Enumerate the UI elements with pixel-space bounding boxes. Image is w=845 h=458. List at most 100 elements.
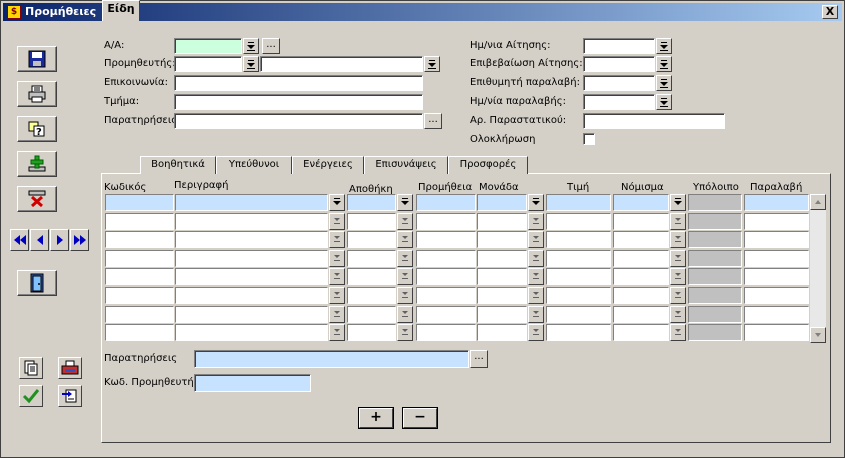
grid-cell-dropdown[interactable]	[528, 194, 544, 211]
grid-cell[interactable]	[347, 194, 396, 211]
grid-cell[interactable]	[105, 306, 174, 323]
first-record-button[interactable]	[10, 229, 29, 251]
print-button[interactable]	[17, 81, 57, 107]
query-button[interactable]: ?	[17, 116, 57, 142]
grid-cell[interactable]	[744, 287, 809, 304]
grid-cell[interactable]	[347, 306, 396, 323]
supplier-code-field[interactable]	[194, 374, 311, 392]
supplier-name-input[interactable]	[260, 56, 423, 72]
grid-cell[interactable]	[613, 324, 669, 341]
grid-cell[interactable]	[416, 324, 476, 341]
grid-cell[interactable]	[546, 250, 611, 267]
grid-cell[interactable]	[416, 194, 476, 211]
grid-cell-dropdown[interactable]	[397, 231, 413, 248]
grid-cell[interactable]	[546, 324, 611, 341]
grid-cell[interactable]	[175, 194, 328, 211]
grid-cell[interactable]	[175, 287, 328, 304]
receipt-date-dropdown[interactable]	[656, 94, 672, 110]
aa-input[interactable]	[174, 38, 242, 54]
grid-cell[interactable]	[347, 324, 396, 341]
grid-cell[interactable]	[175, 213, 328, 230]
grid-cell[interactable]	[546, 213, 611, 230]
grid-cell[interactable]	[105, 324, 174, 341]
scroll-down-button[interactable]	[810, 327, 826, 343]
grid-cell-dropdown[interactable]	[670, 194, 686, 211]
grid-cell[interactable]	[688, 231, 742, 248]
grid-cell[interactable]	[688, 287, 742, 304]
last-record-button[interactable]	[70, 229, 89, 251]
request-date-input[interactable]	[583, 38, 655, 54]
grid-cell-dropdown[interactable]	[528, 268, 544, 285]
grid-cell[interactable]	[744, 324, 809, 341]
grid-cell[interactable]	[546, 306, 611, 323]
prev-record-button[interactable]	[30, 229, 49, 251]
tab-items[interactable]: Είδη	[102, 0, 140, 21]
grid-cell[interactable]	[347, 250, 396, 267]
request-confirm-dropdown[interactable]	[656, 56, 672, 72]
grid-cell[interactable]	[347, 268, 396, 285]
tab-responsibles[interactable]: Υπεύθυνοι	[216, 156, 292, 174]
grid-cell[interactable]	[347, 287, 396, 304]
grid-cell-dropdown[interactable]	[528, 213, 544, 230]
grid-cell-dropdown[interactable]	[397, 194, 413, 211]
notes-input[interactable]	[174, 113, 423, 129]
aa-browse-button[interactable]: ...	[262, 38, 280, 54]
add-record-button[interactable]	[17, 151, 57, 177]
grid-cell-dropdown[interactable]	[528, 324, 544, 341]
grid-cell-dropdown[interactable]	[329, 324, 345, 341]
grid-cell[interactable]	[613, 250, 669, 267]
grid-cell[interactable]	[477, 324, 527, 341]
grid-cell-dropdown[interactable]	[397, 250, 413, 267]
tab-actions[interactable]: Ενέργειες	[292, 156, 364, 174]
grid-cell[interactable]	[613, 287, 669, 304]
grid-vertical-scrollbar[interactable]	[810, 194, 826, 343]
grid-cell-dropdown[interactable]	[329, 268, 345, 285]
exit-button[interactable]	[17, 270, 57, 296]
grid-cell[interactable]	[105, 250, 174, 267]
grid-cell[interactable]	[477, 213, 527, 230]
grid-cell[interactable]	[347, 231, 396, 248]
request-confirm-input[interactable]	[583, 56, 655, 72]
grid-cell[interactable]	[613, 213, 669, 230]
grid-cell[interactable]	[688, 250, 742, 267]
grid-cell-dropdown[interactable]	[670, 213, 686, 230]
grid-cell-dropdown[interactable]	[329, 287, 345, 304]
tab-offers[interactable]: Προσφορές	[448, 156, 528, 174]
next-record-button[interactable]	[50, 229, 69, 251]
contact-input[interactable]	[174, 75, 423, 91]
grid-cell[interactable]	[546, 231, 611, 248]
grid-cell-dropdown[interactable]	[329, 250, 345, 267]
grid-cell-dropdown[interactable]	[329, 231, 345, 248]
grid-cell[interactable]	[477, 306, 527, 323]
grid-cell[interactable]	[175, 306, 328, 323]
delete-record-button[interactable]	[17, 186, 57, 212]
grid-cell[interactable]	[105, 213, 174, 230]
grid-cell[interactable]	[477, 250, 527, 267]
supplier-code-dropdown[interactable]	[243, 56, 259, 72]
grid-cell[interactable]	[416, 287, 476, 304]
tab-auxiliary[interactable]: Βοηθητικά	[140, 156, 216, 174]
grid-cell-dropdown[interactable]	[528, 287, 544, 304]
doc-number-input[interactable]	[583, 113, 725, 129]
remove-row-button[interactable]: −	[403, 408, 437, 428]
grid-cell[interactable]	[613, 268, 669, 285]
request-date-dropdown[interactable]	[656, 38, 672, 54]
footer-notes-input[interactable]	[194, 350, 469, 368]
transfer-button[interactable]	[58, 385, 82, 407]
grid-cell[interactable]	[546, 287, 611, 304]
add-row-button[interactable]: +	[359, 408, 393, 428]
grid-cell-dropdown[interactable]	[670, 268, 686, 285]
grid-cell-dropdown[interactable]	[670, 306, 686, 323]
supplier-name-dropdown[interactable]	[424, 56, 440, 72]
grid-cell[interactable]	[688, 194, 742, 211]
grid-cell[interactable]	[175, 250, 328, 267]
grid-cell[interactable]	[546, 268, 611, 285]
grid-cell[interactable]	[105, 194, 174, 211]
receipt-date-input[interactable]	[583, 94, 655, 110]
grid-cell[interactable]	[688, 306, 742, 323]
department-input[interactable]	[174, 94, 423, 110]
grid-cell[interactable]	[744, 268, 809, 285]
document-button[interactable]	[19, 357, 43, 379]
grid-cell[interactable]	[477, 268, 527, 285]
grid-cell-dropdown[interactable]	[670, 250, 686, 267]
